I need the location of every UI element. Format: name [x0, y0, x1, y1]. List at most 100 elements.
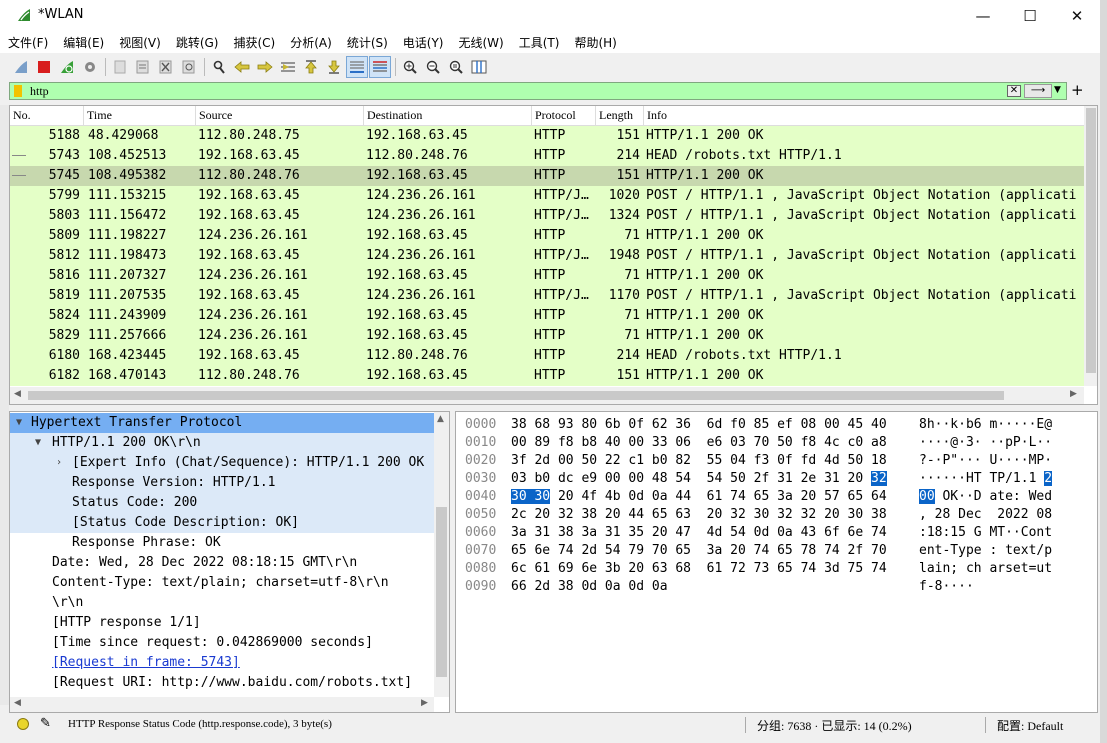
details-vertical-scrollbar[interactable]: ▲ [434, 412, 449, 697]
stop-icon[interactable] [33, 56, 55, 78]
bytes-hex: 2c 20 32 38 20 44 65 63 20 32 30 32 32 2… [511, 506, 887, 524]
go-first-icon[interactable] [300, 56, 322, 78]
scrollbar-thumb[interactable] [436, 507, 447, 677]
column-header-destination[interactable]: Destination [364, 106, 532, 125]
menu-item-6[interactable]: 统计(S) [347, 34, 388, 51]
packet-row[interactable]: 5816 111.207327 124.236.26.161 192.168.63.4… [10, 266, 1084, 286]
detail-request-uri[interactable]: [Request URI: http://www.baidu.com/robot… [10, 673, 434, 693]
menu-item-5[interactable]: 分析(A) [290, 34, 332, 51]
detail-http-response-number[interactable]: [HTTP response 1/1] [10, 613, 434, 633]
bytes-hex-part: 03 b0 dc e9 00 00 48 54 54 50 2f 31 2e 3… [511, 471, 872, 486]
filter-bookmark-icon[interactable] [14, 85, 22, 97]
scroll-left-icon[interactable]: ◀ [14, 389, 21, 399]
column-header-no[interactable]: No. [10, 106, 84, 125]
cell-source: 124.236.26.161 [198, 268, 308, 283]
scrollbar-thumb[interactable] [1086, 108, 1096, 373]
add-filter-button-plus-icon[interactable]: + [1071, 81, 1084, 99]
packet-row[interactable]: 5743 108.452513 192.168.63.45 112.80.248.76… [10, 146, 1084, 166]
detail-response-phrase[interactable]: Response Phrase: OK [10, 533, 434, 553]
collapse-chevron-icon[interactable]: ▼ [16, 413, 22, 433]
detail-date[interactable]: Date: Wed, 28 Dec 2022 08:18:15 GMT\r\n [10, 553, 434, 573]
maximize-button[interactable]: ☐ [1007, 0, 1053, 31]
detail-status-code[interactable]: Status Code: 200 [10, 493, 434, 513]
packet-row[interactable]: 5803 111.156472 192.168.63.45 124.236.26.16… [10, 206, 1084, 226]
packet-row[interactable]: 5824 111.243909 124.236.26.161 192.168.63.4… [10, 306, 1084, 326]
reload-icon[interactable] [178, 56, 200, 78]
resize-columns-icon[interactable] [468, 56, 490, 78]
open-file-icon[interactable] [109, 56, 131, 78]
detail-request-in-frame-link[interactable]: [Request in frame: 5743] [10, 653, 434, 673]
menu-item-10[interactable]: 帮助(H) [574, 34, 616, 51]
packet-row[interactable]: 5799 111.153215 192.168.63.45 124.236.26.16… [10, 186, 1084, 206]
detail-content-type[interactable]: Content-Type: text/plain; charset=utf-8\… [10, 573, 434, 593]
cell-time: 111.198473 [88, 248, 167, 263]
find-icon[interactable] [208, 56, 230, 78]
column-header-time[interactable]: Time [84, 106, 196, 125]
cell-destination: 112.80.248.76 [366, 348, 468, 363]
menu-item-0[interactable]: 文件(F) [8, 34, 48, 51]
packet-row[interactable]: 5819 111.207535 192.168.63.45 124.236.26.16… [10, 286, 1084, 306]
packet-row[interactable]: 5745 108.495382 112.80.248.76 192.168.63.45… [10, 166, 1084, 186]
detail-expert-info[interactable]: › [Expert Info (Chat/Sequence): HTTP/1.1 … [10, 453, 434, 473]
filter-history-chevron-down-icon[interactable]: ▼ [1054, 85, 1061, 95]
minimize-button[interactable]: — [960, 0, 1006, 31]
auto-scroll-icon[interactable] [346, 56, 368, 78]
zoom-in-icon[interactable] [399, 56, 421, 78]
status-profile[interactable]: 配置: Default [997, 717, 1063, 734]
display-filter-input[interactable]: http ✕ ⟶ ▼ [9, 82, 1067, 100]
detail-time-since-request[interactable]: [Time since request: 0.042869000 seconds… [10, 633, 434, 653]
menu-item-9[interactable]: 工具(T) [519, 34, 560, 51]
packet-row[interactable]: 5829 111.257666 124.236.26.161 192.168.63.4… [10, 326, 1084, 346]
scroll-right-icon[interactable]: ▶ [1070, 389, 1077, 399]
collapse-chevron-icon[interactable]: ▼ [35, 433, 41, 453]
expand-chevron-icon[interactable]: › [56, 453, 62, 473]
column-header-protocol[interactable]: Protocol [532, 106, 596, 125]
go-to-packet-icon[interactable] [277, 56, 299, 78]
menu-item-7[interactable]: 电话(Y) [403, 34, 444, 51]
close-button[interactable]: ✕ [1054, 0, 1100, 31]
packet-row[interactable]: 6180 168.423445 192.168.63.45 112.80.248.76… [10, 346, 1084, 366]
capture-comment-edit-icon[interactable]: ✎ [40, 715, 51, 731]
column-header-info[interactable]: Info [644, 106, 1084, 125]
menu-item-8[interactable]: 无线(W) [459, 34, 504, 51]
cell-source: 124.236.26.161 [198, 308, 308, 323]
menu-item-1[interactable]: 编辑(E) [63, 34, 104, 51]
menu-item-4[interactable]: 捕获(C) [233, 34, 275, 51]
close-file-icon[interactable] [155, 56, 177, 78]
menu-item-2[interactable]: 视图(V) [119, 34, 161, 51]
scroll-left-icon[interactable]: ◀ [14, 698, 21, 708]
shark-fin-start-icon[interactable] [10, 56, 32, 78]
options-gear-icon[interactable] [79, 56, 101, 78]
column-header-length[interactable]: Length [596, 106, 644, 125]
colorize-icon[interactable] [369, 56, 391, 78]
go-back-icon[interactable] [231, 56, 253, 78]
packet-rows: 5188 48.429068 112.80.248.75 192.168.63.45 H… [10, 126, 1084, 386]
packet-list-horizontal-scrollbar[interactable]: ◀ ▶ [10, 387, 1084, 404]
display-filter-text[interactable]: http [30, 84, 49, 99]
packet-row[interactable]: 5812 111.198473 192.168.63.45 124.236.26.16… [10, 246, 1084, 266]
detail-response-version[interactable]: Response Version: HTTP/1.1 [10, 473, 434, 493]
zoom-normal-icon[interactable] [445, 56, 467, 78]
details-horizontal-scrollbar[interactable]: ◀ ▶ [10, 697, 434, 712]
packet-row[interactable]: 6182 168.470143 112.80.248.76 192.168.63.45… [10, 366, 1084, 386]
go-last-icon[interactable] [323, 56, 345, 78]
scrollbar-thumb[interactable] [28, 391, 1004, 400]
scroll-right-icon[interactable]: ▶ [421, 698, 428, 708]
detail-crlf[interactable]: \r\n [10, 593, 434, 613]
scroll-up-icon[interactable]: ▲ [437, 414, 444, 424]
apply-filter-button[interactable]: ⟶ [1024, 84, 1052, 98]
go-forward-icon[interactable] [254, 56, 276, 78]
packet-row[interactable]: 5809 111.198227 124.236.26.161 192.168.63.4… [10, 226, 1084, 246]
menu-item-3[interactable]: 跳转(G) [176, 34, 219, 51]
detail-status-code-description[interactable]: [Status Code Description: OK] [10, 513, 434, 533]
file-set-icon[interactable] [132, 56, 154, 78]
packet-list-vertical-scrollbar[interactable] [1084, 106, 1097, 386]
detail-http-protocol[interactable]: ▼ Hypertext Transfer Protocol [10, 413, 434, 433]
column-header-source[interactable]: Source [196, 106, 364, 125]
zoom-out-icon[interactable] [422, 56, 444, 78]
detail-status-line[interactable]: ▼ HTTP/1.1 200 OK\r\n [10, 433, 434, 453]
expert-info-status-led-icon[interactable] [17, 718, 29, 730]
clear-filter-icon[interactable]: ✕ [1007, 85, 1021, 97]
packet-row[interactable]: 5188 48.429068 112.80.248.75 192.168.63.45 H… [10, 126, 1084, 146]
restart-icon[interactable] [56, 56, 78, 78]
